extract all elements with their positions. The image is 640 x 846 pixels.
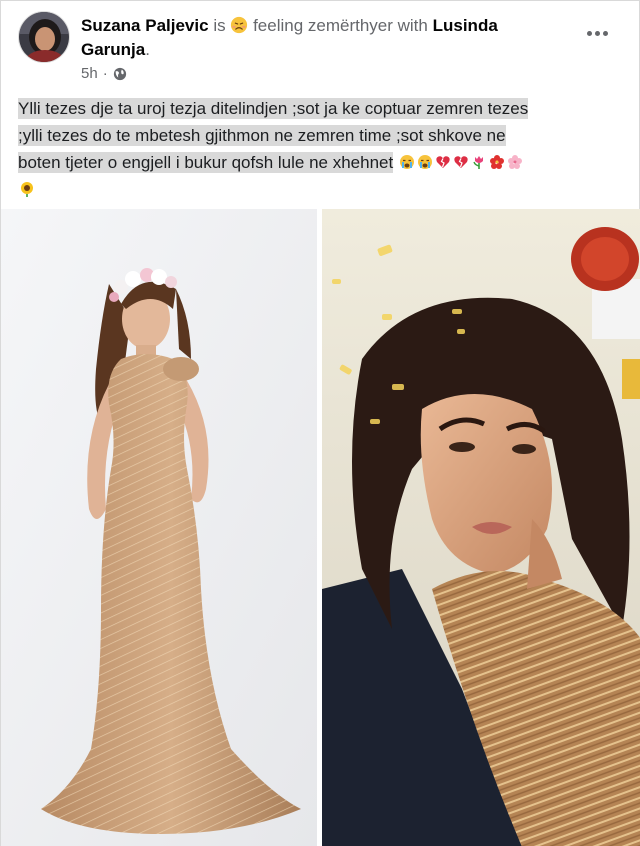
period-text: .	[145, 40, 150, 59]
hibiscus-icon	[489, 155, 504, 169]
author-name[interactable]: Suzana Paljevic	[81, 16, 209, 35]
post-meta: 5h ·	[81, 65, 127, 82]
crying-face-icon	[399, 155, 414, 169]
post-header: Suzana Paljevic is feeling zemërthyer wi…	[81, 14, 581, 62]
facebook-post: Suzana Paljevic is feeling zemërthyer wi…	[0, 0, 640, 846]
is-text: is	[213, 16, 226, 35]
tagged-user-first[interactable]: Lusinda	[433, 16, 498, 35]
crying-face-icon	[417, 155, 432, 169]
broken-heart-icon	[436, 156, 450, 168]
post-time[interactable]: 5h	[81, 65, 98, 82]
post-text: Ylli tezes dje ta uroj tezja ditelindjen…	[18, 95, 626, 203]
more-options-icon[interactable]	[579, 21, 615, 45]
post-text-line-2: ;ylli tezes do te mbetesh gjithmon ne ze…	[18, 125, 506, 146]
post-text-line-1: Ylli tezes dje ta uroj tezja ditelindjen…	[18, 98, 529, 119]
photo-gown-full-length[interactable]	[1, 209, 317, 846]
cherry-blossom-icon	[507, 155, 522, 169]
photo-selfie[interactable]	[322, 209, 640, 846]
tagged-user-second[interactable]: Garunja	[81, 40, 145, 59]
author-avatar[interactable]	[18, 11, 70, 63]
post-text-line-3: boten tjeter o engjell i bukur qofsh lul…	[18, 152, 394, 173]
feeling-text: feeling zemërthyer with	[253, 16, 428, 35]
sunflower-icon	[21, 182, 33, 197]
tulip-icon	[473, 156, 483, 169]
broken-heart-icon	[454, 156, 468, 168]
globe-icon[interactable]	[113, 67, 127, 81]
sad-face-icon	[231, 16, 248, 34]
